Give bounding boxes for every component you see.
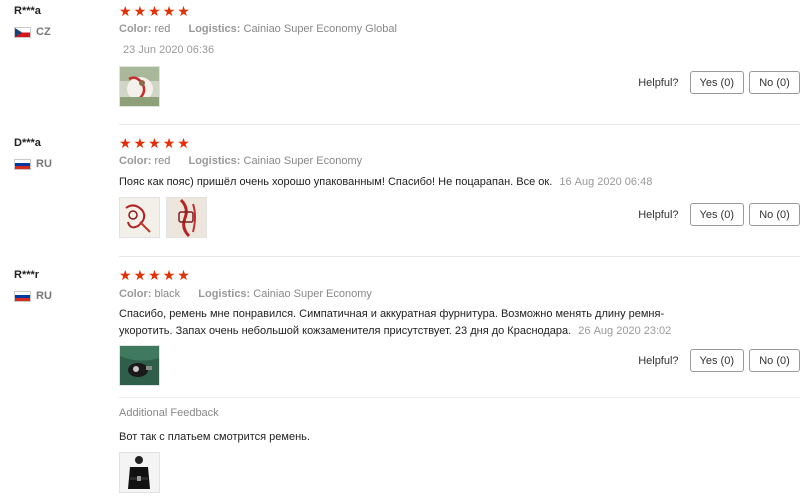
star-icon: ★ — [177, 267, 190, 283]
helpful-yes-button[interactable]: Yes (0) — [689, 203, 744, 226]
star-icon: ★ — [148, 3, 161, 19]
review-date: 26 Aug 2020 23:02 — [578, 325, 672, 337]
review-photo-thumbnail[interactable] — [119, 197, 160, 238]
country-code: RU — [36, 290, 52, 302]
color-label: Color: — [119, 155, 152, 167]
additional-feedback-title: Additional Feedback — [119, 407, 219, 419]
color-label: Color: — [119, 288, 152, 300]
review-text: Спасибо, ремень мне понравился. Симпатич… — [119, 306, 671, 340]
helpful-yes-button[interactable]: Yes (0) — [689, 349, 744, 372]
helpful-label: Helpful? — [638, 208, 679, 221]
buyer-country: CZ — [14, 25, 51, 39]
review-date: 23 Jun 2020 06:36 — [123, 44, 215, 56]
star-icon: ★ — [162, 135, 176, 151]
review-photo-thumbnail[interactable] — [166, 197, 207, 238]
helpful-voting: Helpful? Yes (0) No (0) — [638, 203, 800, 226]
review-photo-thumbnail[interactable] — [119, 452, 160, 493]
helpful-label: Helpful? — [638, 76, 679, 89]
helpful-label: Helpful? — [638, 354, 679, 367]
russia-flag-icon — [14, 158, 31, 170]
logistics-value: Cainiao Super Economy — [243, 155, 363, 167]
review-text: Пояс как пояс) пришёл очень хорошо упако… — [119, 174, 652, 191]
additional-feedback-text: Вот так с платьем смотрится ремень. — [119, 431, 310, 443]
additional-feedback-divider — [119, 397, 800, 398]
czech-flag-icon — [14, 26, 31, 38]
helpful-voting: Helpful? Yes (0) No (0) — [638, 71, 800, 94]
logistics-label: Logistics: — [188, 155, 241, 167]
buyer-country: RU — [14, 289, 52, 303]
buyer-name: D***a — [14, 137, 41, 149]
sku-attributes: Color: black Logistics: Cainiao Super Ec… — [119, 288, 372, 300]
color-label: Color: — [119, 23, 152, 35]
helpful-no-button[interactable]: No (0) — [749, 203, 800, 226]
review-body-line: Спасибо, ремень мне понравился. Симпатич… — [119, 308, 665, 320]
buyer-name: R***a — [14, 5, 41, 17]
buyer-name: R***r — [14, 269, 40, 281]
logistics-label: Logistics: — [188, 23, 241, 35]
star-icon: ★ — [133, 267, 147, 283]
star-icon: ★ — [162, 3, 176, 19]
russia-flag-icon — [14, 290, 31, 302]
review-item: R***r RU ★ ★ ★ ★ ★ Color: black Logistic… — [0, 257, 800, 504]
review-item: R***a CZ ★ ★ ★ ★ ★ Color: red Logistics:… — [0, 0, 800, 124]
buyer-info: R***a CZ — [14, 4, 51, 39]
logistics-value: Cainiao Super Economy Global — [243, 23, 397, 35]
review-body-line: укоротить. Запах очень небольшой кожзаме… — [119, 325, 572, 337]
logistics-label: Logistics: — [198, 288, 251, 300]
country-code: RU — [36, 158, 52, 170]
star-icon: ★ — [148, 135, 161, 151]
helpful-voting: Helpful? Yes (0) No (0) — [638, 349, 800, 372]
star-icon: ★ — [133, 3, 147, 19]
buyer-country: RU — [14, 157, 52, 171]
buyer-info: R***r RU — [14, 268, 52, 303]
star-icon: ★ — [119, 3, 132, 19]
sku-attributes: Color: red Logistics: Cainiao Super Econ… — [119, 23, 397, 35]
helpful-yes-button[interactable]: Yes (0) — [689, 71, 744, 94]
review-item: D***a RU ★ ★ ★ ★ ★ Color: red Logistics:… — [0, 125, 800, 256]
color-value: red — [154, 23, 171, 35]
review-photo-thumbnail[interactable] — [119, 345, 160, 386]
star-icon: ★ — [119, 267, 132, 283]
color-value: black — [154, 288, 181, 300]
star-icon: ★ — [119, 135, 132, 151]
sku-attributes: Color: red Logistics: Cainiao Super Econ… — [119, 155, 362, 167]
star-rating: ★ ★ ★ ★ ★ — [119, 136, 190, 150]
star-icon: ★ — [133, 135, 147, 151]
star-icon: ★ — [177, 3, 190, 19]
review-date: 16 Aug 2020 06:48 — [559, 176, 653, 188]
star-rating: ★ ★ ★ ★ ★ — [119, 4, 190, 18]
star-icon: ★ — [162, 267, 176, 283]
star-icon: ★ — [148, 267, 161, 283]
star-icon: ★ — [177, 135, 190, 151]
helpful-no-button[interactable]: No (0) — [749, 349, 800, 372]
star-rating: ★ ★ ★ ★ ★ — [119, 268, 190, 282]
buyer-info: D***a RU — [14, 136, 52, 171]
color-value: red — [154, 155, 171, 167]
review-photo-thumbnail[interactable] — [119, 66, 160, 107]
helpful-no-button[interactable]: No (0) — [749, 71, 800, 94]
logistics-value: Cainiao Super Economy — [253, 288, 372, 300]
country-code: CZ — [36, 26, 51, 38]
review-body: Пояс как пояс) пришёл очень хорошо упако… — [119, 176, 553, 188]
